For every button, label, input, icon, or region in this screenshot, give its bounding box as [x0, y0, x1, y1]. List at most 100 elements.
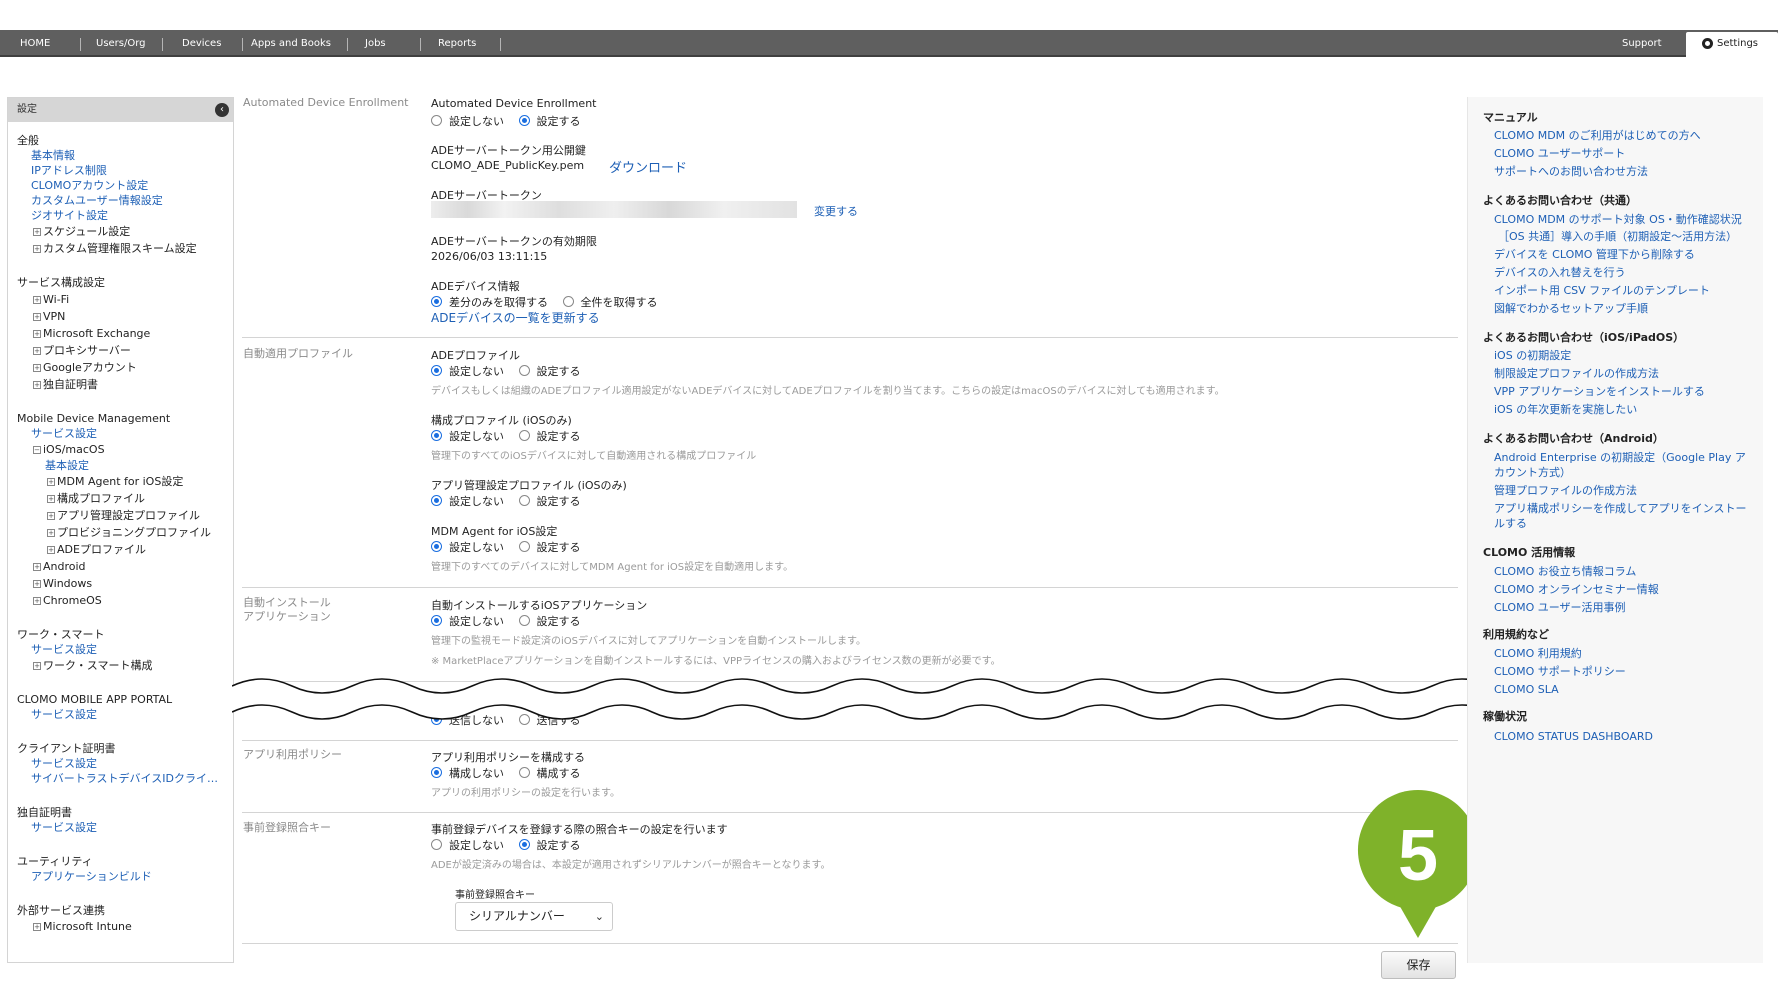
help-link[interactable]: CLOMO オンラインセミナー情報 [1494, 583, 1659, 597]
help-link[interactable]: CLOMO 利用規約 [1494, 647, 1582, 661]
nav-devices[interactable]: Devices [182, 30, 221, 57]
expand-icon[interactable]: + [33, 296, 41, 304]
help-link[interactable]: Android Enterprise の初期設定（Google Play ア [1494, 451, 1746, 465]
sidebar-item-ade-profile[interactable]: + ADEプロファイル [47, 543, 146, 557]
sidebar-item-app-profile[interactable]: + アプリ管理設定プロファイル [47, 509, 200, 523]
sidebar-item-ios-macos[interactable]: − iOS/macOS [33, 443, 105, 457]
help-link[interactable]: CLOMO STATUS DASHBOARD [1494, 730, 1653, 744]
sidebar-item-ios-basic-settings[interactable]: 基本設定 [45, 459, 89, 473]
ade-radio-off[interactable]: 設定しない [431, 113, 504, 129]
expand-icon[interactable]: + [33, 597, 41, 605]
sidebar-item-own-cert[interactable]: + 独自証明書 [33, 378, 98, 392]
nav-settings-tab[interactable]: Settings [1686, 32, 1778, 59]
expand-icon[interactable]: + [33, 923, 41, 931]
expand-icon[interactable]: + [33, 662, 41, 670]
help-link[interactable]: 図解でわかるセットアップ手順 [1494, 302, 1648, 316]
help-link[interactable]: 制限設定プロファイルの作成方法 [1494, 367, 1659, 381]
ade-radio-on[interactable]: 設定する [518, 113, 581, 129]
sidebar-item-portal-service-settings[interactable]: サービス設定 [31, 708, 97, 722]
help-link[interactable]: サポートへのお問い合わせ方法 [1494, 165, 1648, 179]
help-link[interactable]: カウント方式） [1494, 466, 1571, 480]
radio-diff-only[interactable]: 差分のみを取得する [431, 294, 548, 310]
update-device-list-link[interactable]: ADEデバイスの一覧を更新する [431, 309, 600, 326]
app-policy-radio-off[interactable]: 構成しない [431, 765, 504, 781]
help-link[interactable]: CLOMO SLA [1494, 683, 1559, 697]
prereg-radio-off[interactable]: 設定しない [431, 837, 504, 853]
expand-icon[interactable]: + [47, 546, 55, 554]
radio-all[interactable]: 全件を取得する [562, 294, 658, 310]
expand-icon[interactable]: + [33, 228, 41, 236]
expand-icon[interactable]: + [33, 364, 41, 372]
save-button[interactable]: 保存 [1381, 951, 1456, 979]
expand-icon[interactable]: + [47, 478, 55, 486]
expand-icon[interactable]: + [47, 529, 55, 537]
app-policy-radio-on[interactable]: 構成する [518, 765, 581, 781]
sidebar-item-vpn[interactable]: + VPN [33, 310, 65, 324]
app-profile-radio-on[interactable]: 設定する [518, 493, 581, 509]
expand-icon[interactable]: + [33, 580, 41, 588]
sidebar-item-android[interactable]: + Android [33, 560, 86, 574]
sidebar-item-chromeos[interactable]: + ChromeOS [33, 594, 102, 608]
sidebar-item-custom-user-info[interactable]: カスタムユーザー情報設定 [31, 194, 163, 208]
nav-support[interactable]: Support [1622, 30, 1662, 57]
agent-radio-on[interactable]: 設定する [518, 539, 581, 555]
expand-icon[interactable]: + [33, 330, 41, 338]
expand-icon[interactable]: + [47, 512, 55, 520]
help-link[interactable]: 管理プロファイルの作成方法 [1494, 484, 1637, 498]
prereg-radio-on[interactable]: 設定する [518, 837, 581, 853]
help-link[interactable]: iOS の年次更新を実施したい [1494, 403, 1637, 417]
expand-icon[interactable]: + [33, 347, 41, 355]
help-link[interactable]: CLOMO ユーザーサポート [1494, 147, 1625, 161]
help-link[interactable]: VPP アプリケーションをインストールする [1494, 385, 1705, 399]
auto-install-radio-on[interactable]: 設定する [518, 613, 581, 629]
help-link[interactable]: デバイスの入れ替えを行う [1494, 266, 1626, 280]
sidebar-item-google-account[interactable]: + Googleアカウント [33, 361, 137, 375]
help-link[interactable]: CLOMO サポートポリシー [1494, 665, 1626, 679]
expand-icon[interactable]: + [33, 245, 41, 253]
sidebar-item-windows[interactable]: + Windows [33, 577, 92, 591]
ade-profile-radio-on[interactable]: 設定する [518, 363, 581, 379]
config-profile-radio-off[interactable]: 設定しない [431, 428, 504, 444]
help-link[interactable]: CLOMO MDM のサポート対象 OS・動作確認状況 [1494, 213, 1742, 227]
sidebar-item-wifi[interactable]: + Wi-Fi [33, 293, 69, 307]
nav-jobs[interactable]: Jobs [365, 30, 386, 57]
ade-profile-radio-off[interactable]: 設定しない [431, 363, 504, 379]
nav-reports[interactable]: Reports [438, 30, 476, 57]
app-profile-radio-off[interactable]: 設定しない [431, 493, 504, 509]
config-profile-radio-on[interactable]: 設定する [518, 428, 581, 444]
sidebar-item-geosite[interactable]: ジオサイト設定 [31, 209, 108, 223]
prereg-key-select[interactable]: シリアルナンバー ⌄ [455, 902, 613, 931]
help-link[interactable]: CLOMO MDM のご利用がはじめての方へ [1494, 129, 1701, 143]
sidebar-item-exchange[interactable]: + Microsoft Exchange [33, 327, 150, 341]
sidebar-item-mdm-agent[interactable]: + MDM Agent for iOS設定 [47, 475, 183, 489]
nav-users-org[interactable]: Users/Org [96, 30, 146, 57]
change-token-link[interactable]: 変更する [814, 203, 858, 219]
help-link[interactable]: ［OS 共通］導入の手順（初期設定〜活用方法） [1498, 230, 1737, 244]
sidebar-item-provisioning-profile[interactable]: + プロビジョニングプロファイル [47, 526, 211, 540]
sidebar-item-proxy[interactable]: + プロキシサーバー [33, 344, 131, 358]
sidebar-item-ip-restriction[interactable]: IPアドレス制限 [31, 164, 107, 178]
expand-icon[interactable]: + [33, 563, 41, 571]
sidebar-item-account-settings[interactable]: CLOMOアカウント設定 [31, 179, 148, 193]
collapse-sidebar-icon[interactable]: ‹ [215, 103, 229, 117]
sidebar-item-mdm-service-settings[interactable]: サービス設定 [31, 427, 97, 441]
sidebar-item-app-build[interactable]: アプリケーションビルド [31, 870, 152, 884]
sidebar-item-config-profile[interactable]: + 構成プロファイル [47, 492, 145, 506]
sidebar-item-own-cert-service-settings[interactable]: サービス設定 [31, 821, 97, 835]
help-link[interactable]: ルする [1494, 517, 1527, 531]
sidebar-item-custom-scheme[interactable]: + カスタム管理権限スキーム設定 [33, 242, 197, 256]
nav-apps-and-books[interactable]: Apps and Books [251, 30, 331, 57]
help-link[interactable]: デバイスを CLOMO 管理下から削除する [1494, 248, 1695, 262]
sidebar-item-intune[interactable]: + Microsoft Intune [33, 920, 132, 934]
sidebar-item-cybertrust[interactable]: サイバートラストデバイスIDクライ… [31, 772, 218, 786]
agent-radio-off[interactable]: 設定しない [431, 539, 504, 555]
expand-icon[interactable]: + [33, 313, 41, 321]
help-link[interactable]: iOS の初期設定 [1494, 349, 1571, 363]
help-link[interactable]: CLOMO お役立ち情報コラム [1494, 565, 1636, 579]
collapse-icon[interactable]: − [33, 446, 41, 454]
sidebar-item-worksmart-config[interactable]: + ワーク・スマート構成 [33, 659, 152, 673]
nav-home[interactable]: HOME [20, 30, 50, 57]
expand-icon[interactable]: + [33, 381, 41, 389]
sidebar-item-schedule[interactable]: + スケジュール設定 [33, 225, 130, 239]
help-link[interactable]: インポート用 CSV ファイルのテンプレート [1494, 284, 1710, 298]
